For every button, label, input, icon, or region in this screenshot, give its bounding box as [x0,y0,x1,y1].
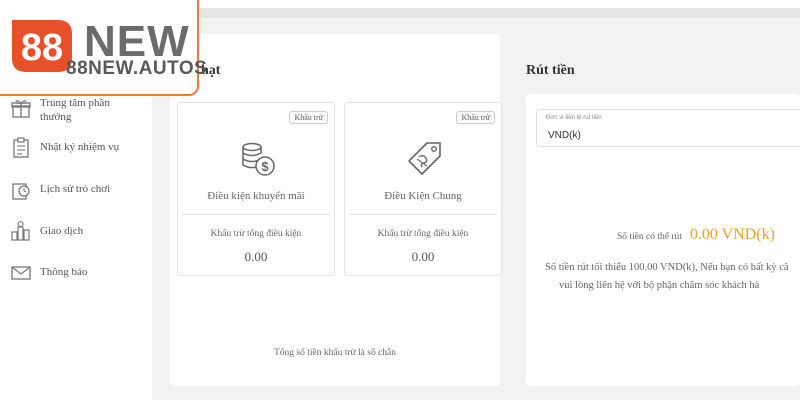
brand-logo[interactable]: 88 NEW 88NEW.AUTOS [0,0,207,96]
coins-dollar-icon: $ [242,142,275,176]
logo-domain: 88NEW.AUTOS [66,58,208,79]
general-condition-card: Khấu trừ Điều Kiện Chung Khấu trừ tổng đ… [344,102,502,276]
support-contact-note: vui lòng liên hệ với bộ phận chăm sóc kh… [559,280,760,291]
card-divider [349,214,497,215]
card-title: Điều Kiện Chung [384,190,462,202]
sidebar: Trung tâm phần thưởng Nhật ký nhiệm vụ L… [0,96,152,400]
card-value: 0.00 [244,249,268,264]
history-icon [12,183,30,200]
available-amount: 0.00 VND(k) [689,226,775,243]
svg-text:$: $ [261,159,269,174]
sidebar-item-label: Nhật ký nhiệm vụ [40,141,120,153]
gift-icon [11,100,31,118]
sidebar-item-label: Thông báo [40,266,88,278]
transaction-icon [11,220,30,241]
sidebar-item-label: Giao dịch [40,225,84,237]
select-value: VND(k) [548,130,581,141]
card-subtitle: Khấu trừ tổng điều kiện [210,229,302,239]
sidebar-item-label: Trung tâm phần thưởng [40,97,110,123]
available-balance: Số tiền có thể rút 0.00 VND(k) [617,226,775,244]
svg-text:88: 88 [21,27,63,69]
sidebar-item-label: Lịch sử trò chơi [40,183,111,195]
price-tag-icon [408,142,441,175]
deduction-footnote: Tổng số tiền khấu trừ là số chẵn [273,348,397,358]
card-divider [182,214,330,215]
card-value: 0.00 [411,249,435,264]
promo-condition-card: Khấu trừ $ Điều kiện khuyến mãi Khấu trừ… [177,102,335,276]
card-title: Điều kiện khuyến mãi [207,190,305,202]
clipboard-icon [13,137,29,158]
select-label: Đơn vị tiền tệ rút tiền [546,115,602,121]
withdraw-title: Rút tiền [526,63,575,78]
deduct-tag[interactable]: Khấu trừ [289,111,328,124]
withdraw-currency-select[interactable]: Đơn vị tiền tệ rút tiền VND(k) [536,109,800,147]
min-withdraw-note: Số tiền rút tối thiểu 100.00 VND(k), Nếu… [545,262,789,273]
deduct-tag[interactable]: Khấu trừ [456,111,495,124]
available-label: Số tiền có thể rút [617,232,682,242]
mail-icon [11,266,31,280]
card-subtitle: Khấu trừ tổng điều kiện [377,229,469,239]
top-bar [198,0,800,18]
